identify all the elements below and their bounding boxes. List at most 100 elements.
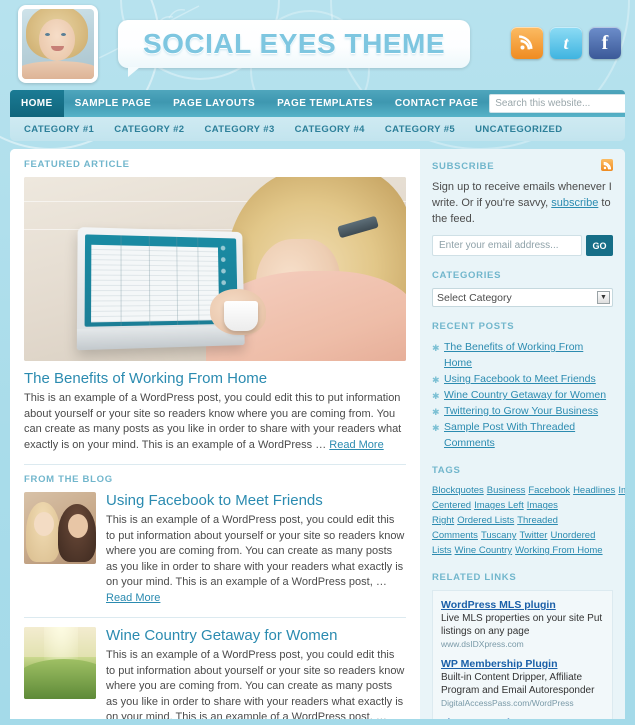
ad-url-1: www.dsIDXpress.com [441,639,524,649]
featured-article-heading: FEATURED ARTICLE [24,159,130,170]
recent-posts-list: ✱ The Benefits of Working From Home ✱ Usin… [432,339,613,451]
featured-image-coffee-cup [224,301,258,331]
subscribe-feed-link[interactable]: subscribe [551,197,598,209]
page-root: SOCIAL EYES THEME t f HOME SAMPLE PAGE P… [0,0,635,725]
subscribe-rss-icon[interactable] [601,159,613,171]
post-read-more-1[interactable]: Read More [106,592,160,604]
subscribe-heading: SUBSCRIBE [432,159,613,172]
post-thumbnail-wine-country[interactable] [24,627,96,699]
ads-container: WordPress MLS plugin Live MLS properties… [432,590,613,719]
tag-link[interactable]: Working From Home [515,545,602,556]
nav-item-sample-page[interactable]: SAMPLE PAGE [64,90,162,117]
featured-image-spreadsheet [91,244,220,323]
list-item: ✱ Twittering to Grow Your Business [432,403,613,419]
tag-link[interactable]: Tuscany [481,530,517,541]
post-excerpt-text-2: This is an example of a WordPress post, … [106,649,405,719]
post-thumbnail-facebook[interactable] [24,492,96,564]
recent-posts-heading: RECENT POSTS [432,321,515,332]
ad-url-2: DigitalAccessPass.com/WordPress [441,698,574,708]
avatar-eye-left [45,33,50,36]
post-title-1[interactable]: Using Facebook to Meet Friends [106,492,406,509]
nav-category-4[interactable]: CATEGORY #4 [295,124,365,135]
avatar-photo [22,9,94,79]
featured-post-title[interactable]: The Benefits of Working From Home [24,370,406,387]
star-bullet-icon: ✱ [432,391,440,401]
site-title-bubble[interactable]: SOCIAL EYES THEME [118,20,470,77]
post-title-2[interactable]: Wine Country Getaway for Women [106,627,406,644]
widget-related-links: RELATED LINKS WordPress MLS plugin Live … [432,572,613,719]
ad-title-2[interactable]: WP Membership Plugin [441,658,604,670]
social-icons: t f [511,27,621,59]
nav-item-page-layouts[interactable]: PAGE LAYOUTS [162,90,266,117]
list-item: Using Facebook to Meet Friends This is a… [24,492,406,606]
featured-read-more-link[interactable]: Read More [329,439,383,451]
categories-heading: CATEGORIES [432,270,502,281]
nav-category-5[interactable]: CATEGORY #5 [385,124,455,135]
list-item: ✱ Wine Country Getaway for Women [432,387,613,403]
tag-link[interactable]: Blockquotes [432,485,484,496]
content-divider [24,617,406,618]
ad-item-3: The Nexus S is Here Equipped with Ginger… [441,717,604,719]
site-header: SOCIAL EYES THEME t f [0,0,635,150]
tag-link[interactable]: Facebook [528,485,570,496]
post-excerpt-1: This is an example of a WordPress post, … [106,513,406,606]
category-select-wrap: Select Category ▼ [432,288,613,307]
rss-icon[interactable] [511,27,543,59]
recent-post-link-1[interactable]: The Benefits of Working From Home [444,341,583,369]
ad-title-3[interactable]: The Nexus S is Here [441,717,604,719]
ad-description-1: Live MLS properties on your site Put lis… [441,613,603,637]
nav-item-home[interactable]: HOME [10,90,64,117]
ad-title-1[interactable]: WordPress MLS plugin [441,599,604,611]
recent-post-link-2[interactable]: Using Facebook to Meet Friends [444,373,596,385]
body-columns: FEATURED ARTICLE The Benefits of Working… [10,149,625,719]
widget-tags: TAGS Blockquotes Business Facebook Headline… [432,465,625,558]
nav-category-1[interactable]: CATEGORY #1 [24,124,94,135]
subscribe-go-button[interactable]: GO [586,235,613,256]
facebook-icon[interactable]: f [589,27,621,59]
search-input[interactable] [489,94,625,113]
tag-link[interactable]: Twitter [520,530,548,541]
recent-post-link-4[interactable]: Twittering to Grow Your Business [444,405,598,417]
recent-post-link-3[interactable]: Wine Country Getaway for Women [444,389,606,401]
nav-category-2[interactable]: CATEGORY #2 [114,124,184,135]
twitter-glyph: t [563,32,569,53]
avatar-face [39,19,75,61]
page-title: SOCIAL EYES THEME [142,28,446,59]
recent-post-link-5[interactable]: Sample Post With Threaded Comments [444,421,575,449]
nav-category-uncategorized[interactable]: UNCATEGORIZED [475,124,562,135]
content-divider [24,464,406,465]
avatar-shoulder [22,61,94,79]
tag-link[interactable]: Headlines [573,485,615,496]
twitter-icon[interactable]: t [550,27,582,59]
tag-cloud: BlockquotesBusinessFacebookHeadlines Imag… [432,483,625,558]
nav-category-3[interactable]: CATEGORY #3 [204,124,274,135]
avatar [18,5,98,83]
star-bullet-icon: ✱ [432,423,440,433]
email-field[interactable] [432,235,582,256]
ad-item-2: WP Membership Plugin Built-in Content Dr… [441,658,604,708]
star-bullet-icon: ✱ [432,375,440,385]
tag-link[interactable]: Wine Country [455,545,513,556]
featured-post-excerpt: This is an example of a WordPress post, … [24,391,406,453]
primary-nav: HOME SAMPLE PAGE PAGE LAYOUTS PAGE TEMPL… [10,90,625,117]
ad-description-2: Built-in Content Dripper, Affiliate Prog… [441,672,595,696]
list-item: ✱ The Benefits of Working From Home [432,339,613,371]
related-links-heading: RELATED LINKS [432,572,517,583]
widget-subscribe: SUBSCRIBE Sign up to receive emails when… [432,159,613,256]
subscribe-description: Sign up to receive emails whenever I wri… [432,179,613,227]
nav-item-contact-page[interactable]: CONTACT PAGE [384,90,489,117]
widget-recent-posts: RECENT POSTS ✱ The Benefits of Working Fr… [432,321,613,451]
nav-item-page-templates[interactable]: PAGE TEMPLATES [266,90,384,117]
star-bullet-icon: ✱ [432,343,440,353]
subscribe-form: GO [432,235,613,256]
tag-link[interactable]: Business [487,485,526,496]
category-select[interactable]: Select Category [432,288,613,307]
tag-link[interactable]: Ordered Lists [457,515,514,526]
sidebar: SUBSCRIBE Sign up to receive emails when… [420,149,625,719]
list-item: ✱ Sample Post With Threaded Comments [432,419,613,451]
list-item: Wine Country Getaway for Women This is a… [24,627,406,719]
subscribe-heading-text: SUBSCRIBE [432,161,495,172]
tags-heading: TAGS [432,465,461,476]
star-bullet-icon: ✱ [432,407,440,417]
tag-link[interactable]: Images Left [474,500,524,511]
